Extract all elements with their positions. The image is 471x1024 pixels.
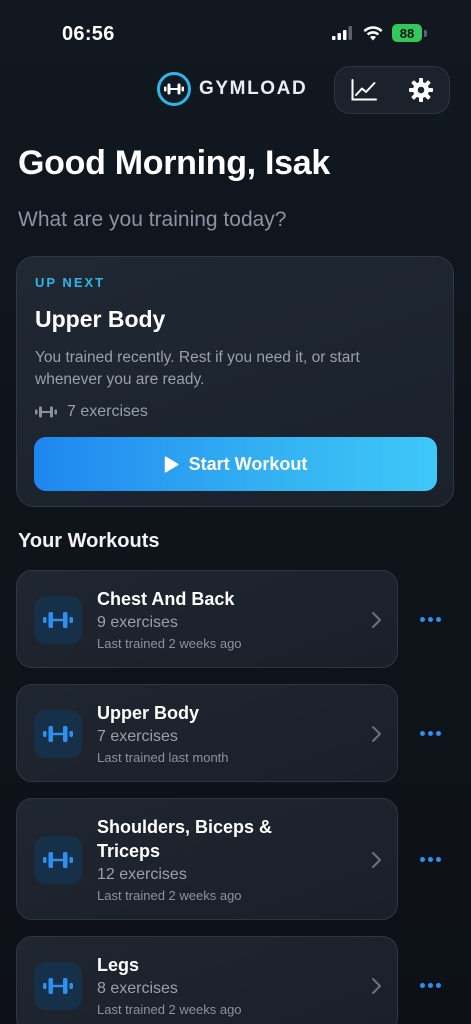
dumbbell-icon xyxy=(34,836,82,884)
up-next-title: Upper Body xyxy=(35,306,166,332)
your-workouts-title: Your Workouts xyxy=(18,530,160,552)
workout-more-button[interactable] xyxy=(414,607,446,631)
play-icon xyxy=(164,455,179,473)
workout-last-trained: Last trained 2 weeks ago xyxy=(97,1002,242,1017)
up-next-description: You trained recently. Rest if you need i… xyxy=(35,349,360,388)
status-bar: 06:56 88 xyxy=(0,0,471,64)
dumbbell-icon xyxy=(34,596,82,644)
battery-cap xyxy=(424,29,427,37)
battery-level: 88 xyxy=(392,24,422,42)
more-dot xyxy=(435,616,441,622)
more-dot xyxy=(419,856,425,862)
workout-info: Upper Body 7 exercises Last trained last… xyxy=(97,701,357,768)
workout-info: Legs 8 exercises Last trained 2 weeks ag… xyxy=(97,953,357,1020)
more-dot xyxy=(427,856,433,862)
chart-line-icon xyxy=(351,79,377,101)
dumbbell-icon xyxy=(35,406,57,418)
workout-name: Legs xyxy=(97,955,140,975)
start-workout-label: Start Workout xyxy=(188,453,308,474)
workout-last-trained: Last trained last month xyxy=(97,750,229,765)
workout-exercise-count: 7 exercises xyxy=(97,728,178,745)
workout-card[interactable]: Chest And Back 9 exercises Last trained … xyxy=(16,570,398,668)
workout-more-button[interactable] xyxy=(414,847,446,871)
workout-exercise-count: 9 exercises xyxy=(97,614,178,631)
workout-more-button[interactable] xyxy=(414,973,446,997)
status-icons: 88 xyxy=(332,24,427,42)
chevron-right-icon xyxy=(372,852,381,868)
more-dot xyxy=(435,982,441,988)
more-dot xyxy=(427,616,433,622)
more-dot xyxy=(419,616,425,622)
workout-last-trained: Last trained 2 weeks ago xyxy=(97,888,242,903)
more-dot xyxy=(419,730,425,736)
more-dot xyxy=(427,982,433,988)
more-dot xyxy=(427,730,433,736)
up-next-card: UP NEXT Upper Body You trained recently.… xyxy=(16,256,454,507)
settings-button[interactable] xyxy=(401,70,441,110)
workout-last-trained: Last trained 2 weeks ago xyxy=(97,636,242,651)
workout-exercise-count: 12 exercises xyxy=(97,866,187,883)
up-next-meta: 7 exercises xyxy=(35,403,148,421)
up-next-exercise-count: 7 exercises xyxy=(67,403,148,420)
battery-indicator: 88 xyxy=(392,24,427,42)
workout-name: Upper Body xyxy=(97,703,200,723)
workout-card[interactable]: Shoulders, Biceps & Triceps 12 exercises… xyxy=(16,798,398,920)
chevron-right-icon xyxy=(372,612,381,628)
workout-name: Chest And Back xyxy=(97,589,235,609)
dumbbell-icon xyxy=(34,710,82,758)
dumbbell-icon xyxy=(34,962,82,1010)
app-logo: GYMLOAD xyxy=(157,72,307,106)
status-time: 06:56 xyxy=(62,23,115,45)
workout-info: Shoulders, Biceps & Triceps 12 exercises… xyxy=(97,815,277,906)
more-dot xyxy=(419,982,425,988)
dumbbell-logo-icon xyxy=(157,72,191,106)
greeting-title: Good Morning, Isak xyxy=(18,144,330,182)
wifi-icon xyxy=(363,25,383,40)
gear-icon xyxy=(408,78,433,102)
workout-name: Shoulders, Biceps & Triceps xyxy=(97,817,273,861)
up-next-kicker: UP NEXT xyxy=(35,275,106,290)
greeting-subtitle: What are you training today? xyxy=(18,208,287,231)
workout-info: Chest And Back 9 exercises Last trained … xyxy=(97,587,357,654)
chevron-right-icon xyxy=(372,978,381,994)
workout-exercise-count: 8 exercises xyxy=(97,980,178,997)
workout-card[interactable]: Legs 8 exercises Last trained 2 weeks ag… xyxy=(16,936,398,1024)
more-dot xyxy=(435,730,441,736)
chevron-right-icon xyxy=(372,726,381,742)
workout-card[interactable]: Upper Body 7 exercises Last trained last… xyxy=(16,684,398,782)
start-workout-button[interactable]: Start Workout xyxy=(34,437,437,491)
header-actions xyxy=(334,66,450,114)
workout-more-button[interactable] xyxy=(414,721,446,745)
app-name: GYMLOAD xyxy=(199,78,308,99)
stats-button[interactable] xyxy=(344,70,384,110)
home-screen: 06:56 88 GYMLOAD Good Morning, Isak What… xyxy=(0,0,471,1024)
cellular-signal-icon xyxy=(332,26,352,40)
more-dot xyxy=(435,856,441,862)
